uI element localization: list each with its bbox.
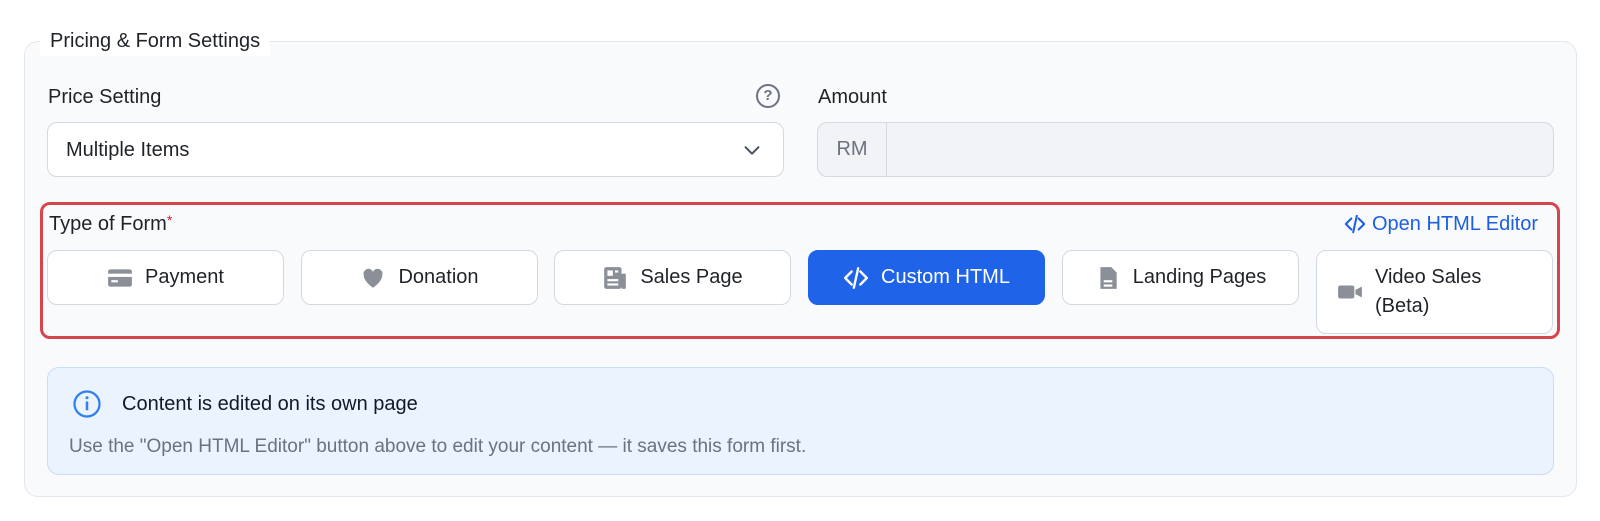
section-legend: Pricing & Form Settings	[40, 26, 271, 56]
credit-card-icon	[108, 268, 132, 287]
chevron-down-icon	[744, 146, 760, 155]
form-type-custom-html-button[interactable]: Custom HTML	[808, 250, 1045, 305]
currency-prefix: RM	[818, 123, 887, 176]
video-camera-icon	[1338, 285, 1362, 299]
notice-text: Use the "Open HTML Editor" button above …	[69, 436, 807, 457]
heart-icon	[363, 268, 383, 288]
form-type-donation-button[interactable]: Donation	[301, 250, 538, 305]
question-circle-icon[interactable]: ?	[756, 84, 780, 108]
newspaper-icon	[604, 266, 627, 289]
price-setting-value: Multiple Items	[66, 139, 190, 161]
form-type-video-sales-button[interactable]: Video Sales (Beta)	[1316, 250, 1553, 334]
code-icon	[844, 266, 869, 289]
required-mark: *	[166, 212, 173, 228]
amount-input[interactable]	[888, 123, 1553, 176]
notice-title: Content is edited on its own page	[122, 393, 418, 415]
price-setting-select[interactable]: Multiple Items	[47, 122, 784, 177]
open-html-editor-link[interactable]: Open HTML Editor	[1344, 211, 1538, 237]
price-setting-label: Price Setting	[48, 86, 162, 108]
amount-field: RM	[817, 122, 1554, 177]
amount-label: Amount	[818, 86, 887, 108]
form-type-landing-pages-button[interactable]: Landing Pages	[1062, 250, 1299, 305]
form-type-sales-page-button[interactable]: Sales Page	[554, 250, 791, 305]
content-notice: Content is edited on its own page Use th…	[47, 367, 1554, 475]
form-type-payment-button[interactable]: Payment	[47, 250, 284, 305]
code-icon	[1344, 214, 1366, 234]
form-type-label: Type of Form*	[49, 212, 173, 235]
info-icon	[73, 390, 101, 418]
document-icon	[1100, 266, 1117, 289]
